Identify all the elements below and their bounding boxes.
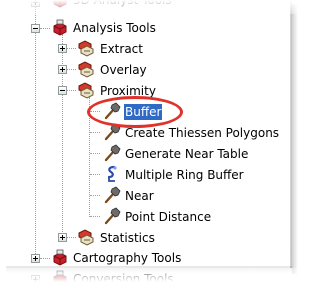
hammer-tool-icon [103, 207, 121, 225]
hammer-tool-icon [103, 123, 121, 141]
tree-item-overlay[interactable]: Overlay [99, 62, 148, 78]
collapse-button[interactable] [31, 24, 40, 33]
red-toolbox-icon [51, 0, 69, 9]
panel-shadow [292, 4, 298, 274]
expand-button[interactable] [31, 254, 40, 263]
tree-item-statistics[interactable]: Statistics [99, 230, 156, 246]
toolset-icon [77, 39, 95, 57]
tree-connector [89, 97, 90, 217]
tree-item-create-thiessen-polygons[interactable]: Create Thiessen Polygons [124, 125, 280, 141]
tree-connector [67, 48, 76, 49]
tree-item-buffer[interactable]: Buffer [124, 104, 163, 120]
tree-connector [40, 28, 50, 29]
tree-item-extract[interactable]: Extract [99, 41, 144, 57]
red-toolbox-icon [51, 249, 69, 267]
tree-connector [90, 132, 100, 133]
tree-connector [67, 90, 76, 91]
hammer-tool-icon [103, 144, 121, 162]
expand-button[interactable] [58, 233, 67, 242]
tree-item-analysis-tools[interactable]: Analysis Tools [72, 20, 157, 36]
tree-item-near[interactable]: Near [124, 188, 155, 204]
tree-connector [90, 153, 100, 154]
tree-item-generate-near-table[interactable]: Generate Near Table [124, 146, 249, 162]
tree-item-proximity[interactable]: Proximity [99, 83, 157, 99]
toolset-icon [77, 81, 95, 99]
toolset-icon [77, 228, 95, 246]
hammer-tool-icon [103, 186, 121, 204]
tree-item-3d-analyst-tools[interactable]: 3D Analyst Tools [72, 0, 173, 8]
expand-button[interactable] [31, 0, 40, 7]
panel-shadow [6, 266, 292, 274]
tree-connector [67, 69, 76, 70]
toolbox-tree-view: 3D Analyst Tools Analysis Tools Extract … [0, 0, 299, 282]
tree-connector [90, 216, 100, 217]
tree-connector [35, 0, 36, 262]
tree-connector [90, 174, 100, 175]
collapse-button[interactable] [58, 86, 67, 95]
script-tool-icon [103, 165, 121, 183]
tree-connector [67, 237, 76, 238]
tree-connector [90, 195, 100, 196]
tree-item-cartography-tools[interactable]: Cartography Tools [72, 250, 182, 266]
tree-item-multiple-ring-buffer[interactable]: Multiple Ring Buffer [124, 167, 245, 183]
expand-button[interactable] [58, 65, 67, 74]
red-toolbox-icon [51, 19, 69, 37]
hammer-tool-icon [103, 102, 121, 120]
toolset-icon [77, 60, 95, 78]
expand-button[interactable] [31, 275, 40, 282]
tree-connector [90, 111, 100, 112]
expand-button[interactable] [58, 44, 67, 53]
tree-connector [40, 258, 50, 259]
tree-item-point-distance[interactable]: Point Distance [124, 209, 212, 225]
